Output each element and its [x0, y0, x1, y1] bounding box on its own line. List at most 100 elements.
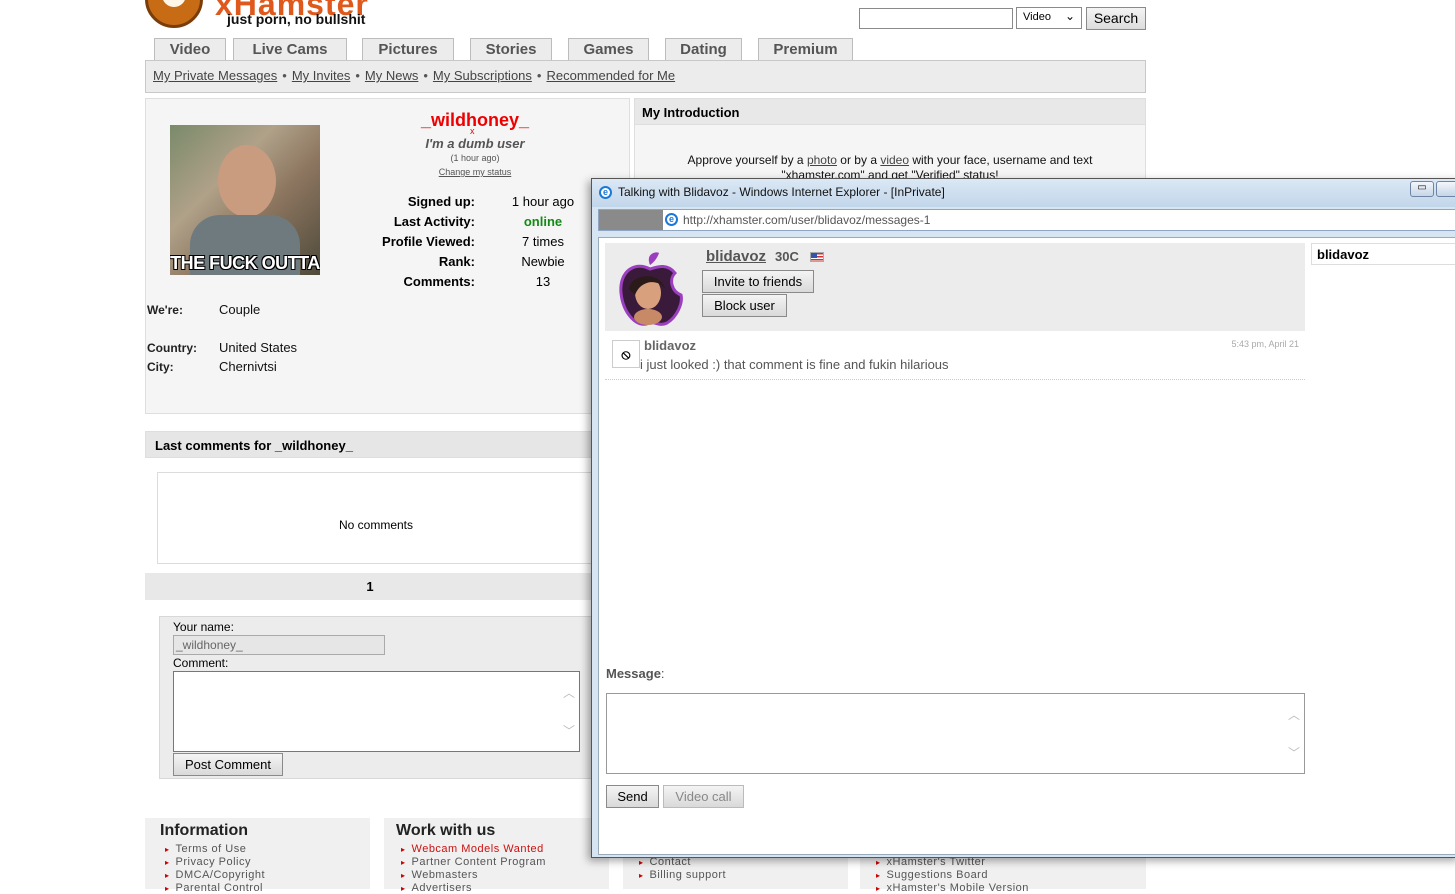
footer-title-work: Work with us	[396, 822, 496, 839]
footer-link-label: Parental Control	[175, 882, 264, 894]
footer-link-dmca[interactable]: ▸ DMCA/Copyright	[165, 869, 265, 881]
your-name-input[interactable]: _wildhoney_	[173, 635, 385, 655]
address-url: http://xhamster.com/user/blidavoz/messag…	[683, 213, 931, 227]
footer-link-parental[interactable]: ▸ Parental Control	[165, 882, 263, 894]
info-value-country: United States	[219, 340, 298, 355]
search-button[interactable]: Search	[1086, 7, 1146, 30]
tab-games[interactable]: Games	[568, 38, 649, 60]
site-logo[interactable]: xHamster just porn, no bullshit	[145, 0, 375, 32]
bullet-icon: ▸	[401, 858, 406, 867]
stat-value-signed-up: 1 hour ago	[511, 194, 575, 209]
bullet-icon: ▸	[876, 858, 881, 867]
stat-value-last-activity: online	[523, 214, 563, 229]
footer-link-label: DMCA/Copyright	[175, 869, 266, 881]
footer-link-label: Partner Content Program	[411, 856, 546, 868]
scroll-down-icon[interactable]: ﹀	[1288, 744, 1300, 761]
intro-video-link[interactable]: video	[880, 153, 909, 167]
footer-link-webmasters[interactable]: ▸ Webmasters	[401, 869, 478, 881]
info-label-country: Country:	[147, 341, 197, 355]
footer-link-suggestions[interactable]: ▸ Suggestions Board	[876, 869, 988, 881]
comment-textarea[interactable]: ︿ ﹀	[173, 671, 580, 752]
scroll-up-icon[interactable]: ︿	[563, 684, 575, 701]
intro-text-2: or by a	[836, 153, 881, 167]
search-input[interactable]	[859, 8, 1013, 29]
footer-link-label: Advertisers	[411, 882, 473, 894]
logo-mark-icon	[145, 0, 203, 28]
message-textarea[interactable]: ︿ ﹀	[606, 693, 1305, 774]
footer-link-billing[interactable]: ▸ Billing support	[639, 869, 726, 881]
address-bar[interactable]: e http://xhamster.com/user/blidavoz/mess…	[598, 209, 1455, 231]
minimize-button[interactable]: ▭	[1410, 181, 1434, 197]
tab-video[interactable]: Video	[154, 38, 226, 60]
footer-work: Work with us ▸ Webcam Models Wanted ▸ Part…	[384, 818, 609, 894]
status-marker[interactable]: x	[470, 126, 475, 136]
change-status-link[interactable]: Change my status	[380, 167, 570, 177]
popup-title: Talking with Blidavoz - Windows Internet…	[618, 185, 945, 199]
comments-pager: 1	[145, 573, 595, 600]
tab-live-cams[interactable]: Live Cams	[233, 38, 347, 60]
message-text: i just looked :) that comment is fine an…	[640, 357, 949, 372]
tab-dating[interactable]: Dating	[665, 38, 742, 60]
profile-username: _wildhoney_	[420, 110, 530, 130]
subnav-recommended[interactable]: Recommended for Me	[546, 68, 675, 83]
contact-list-item[interactable]: blidavoz	[1311, 243, 1455, 265]
footer-link-webcam[interactable]: ▸ Webcam Models Wanted	[401, 843, 544, 855]
tab-pictures[interactable]: Pictures	[362, 38, 454, 60]
post-comment-button[interactable]: Post Comment	[173, 753, 283, 776]
sub-navigation: My Private Messages • My Invites • My News • M…	[145, 60, 1146, 93]
message-time: 5:43 pm, April 21	[1231, 339, 1299, 349]
block-icon[interactable]: ⦸	[612, 340, 640, 368]
footer-link-label: Suggestions Board	[886, 869, 988, 881]
subnav-private-messages[interactable]: My Private Messages	[153, 68, 277, 83]
stat-label-last-activity: Last Activity:	[393, 214, 475, 229]
footer-link-label: Webmasters	[411, 869, 479, 881]
subnav-news[interactable]: My News	[365, 68, 418, 83]
subnav-invites[interactable]: My Invites	[292, 68, 351, 83]
invite-to-friends-button[interactable]: Invite to friends	[702, 270, 814, 293]
bullet-icon: ▸	[401, 845, 406, 854]
intro-text-3: with your face, username and text	[909, 153, 1093, 167]
footer-link-label: Terms of Use	[175, 843, 247, 855]
message-label: Message:	[606, 666, 665, 681]
scroll-up-icon[interactable]: ︿	[1288, 706, 1300, 723]
subnav-separator: •	[536, 68, 542, 83]
footer-title-information: Information	[160, 822, 248, 839]
scroll-down-icon[interactable]: ﹀	[563, 722, 575, 739]
subnav-separator: •	[423, 68, 428, 83]
info-value-city: Chernivtsi	[219, 359, 277, 374]
bullet-icon: ▸	[639, 858, 644, 867]
info-label-city: City:	[147, 360, 174, 374]
footer-link-advertisers[interactable]: ▸ Advertisers	[401, 882, 472, 894]
info-label-were: We're:	[147, 303, 183, 317]
send-button[interactable]: Send	[606, 785, 659, 808]
tab-stories[interactable]: Stories	[470, 38, 552, 60]
subnav-subscriptions[interactable]: My Subscriptions	[433, 68, 532, 83]
avatar-caption: THE FUCK OUTTA	[170, 253, 320, 273]
stat-value-comments: 13	[535, 274, 551, 289]
no-comments-text: No comments	[338, 518, 414, 532]
profile-status: I'm a dumb user	[425, 136, 525, 151]
footer-link-privacy[interactable]: ▸ Privacy Policy	[165, 856, 251, 868]
tab-premium[interactable]: Premium	[758, 38, 853, 60]
footer-link-mobile[interactable]: ▸ xHamster's Mobile Version	[876, 882, 1029, 894]
comments-title: Last comments for _wildhoney_	[145, 431, 595, 458]
block-user-button[interactable]: Block user	[702, 294, 787, 317]
chat-user-card: blidavoz 30C Invite to friends Block use…	[605, 243, 1305, 331]
maximize-button[interactable]	[1436, 181, 1455, 197]
profile-avatar[interactable]: THE FUCK OUTTA	[170, 125, 320, 275]
status-time: (1 hour ago)	[450, 153, 500, 163]
message-author: blidavoz	[644, 338, 697, 353]
search-category-select[interactable]: Video ⌄	[1016, 7, 1082, 29]
ie-logo-icon: e	[599, 186, 612, 199]
chat-popup-window: e Talking with Blidavoz - Windows Intern…	[591, 178, 1455, 858]
popup-titlebar[interactable]: e Talking with Blidavoz - Windows Intern…	[592, 179, 1455, 207]
footer-link-terms[interactable]: ▸ Terms of Use	[165, 843, 246, 855]
chat-user-name[interactable]: blidavoz	[706, 248, 766, 265]
apple-avatar-icon[interactable]	[615, 251, 685, 329]
logo-mark-inner	[162, 0, 186, 7]
intro-photo-link[interactable]: photo	[807, 153, 837, 167]
chat-message: ⦸ blidavoz 5:43 pm, April 21 i just look…	[605, 336, 1305, 380]
footer-link-partner[interactable]: ▸ Partner Content Program	[401, 856, 546, 868]
pager-page-1[interactable]: 1	[366, 579, 373, 594]
video-call-button[interactable]: Video call	[663, 785, 744, 808]
